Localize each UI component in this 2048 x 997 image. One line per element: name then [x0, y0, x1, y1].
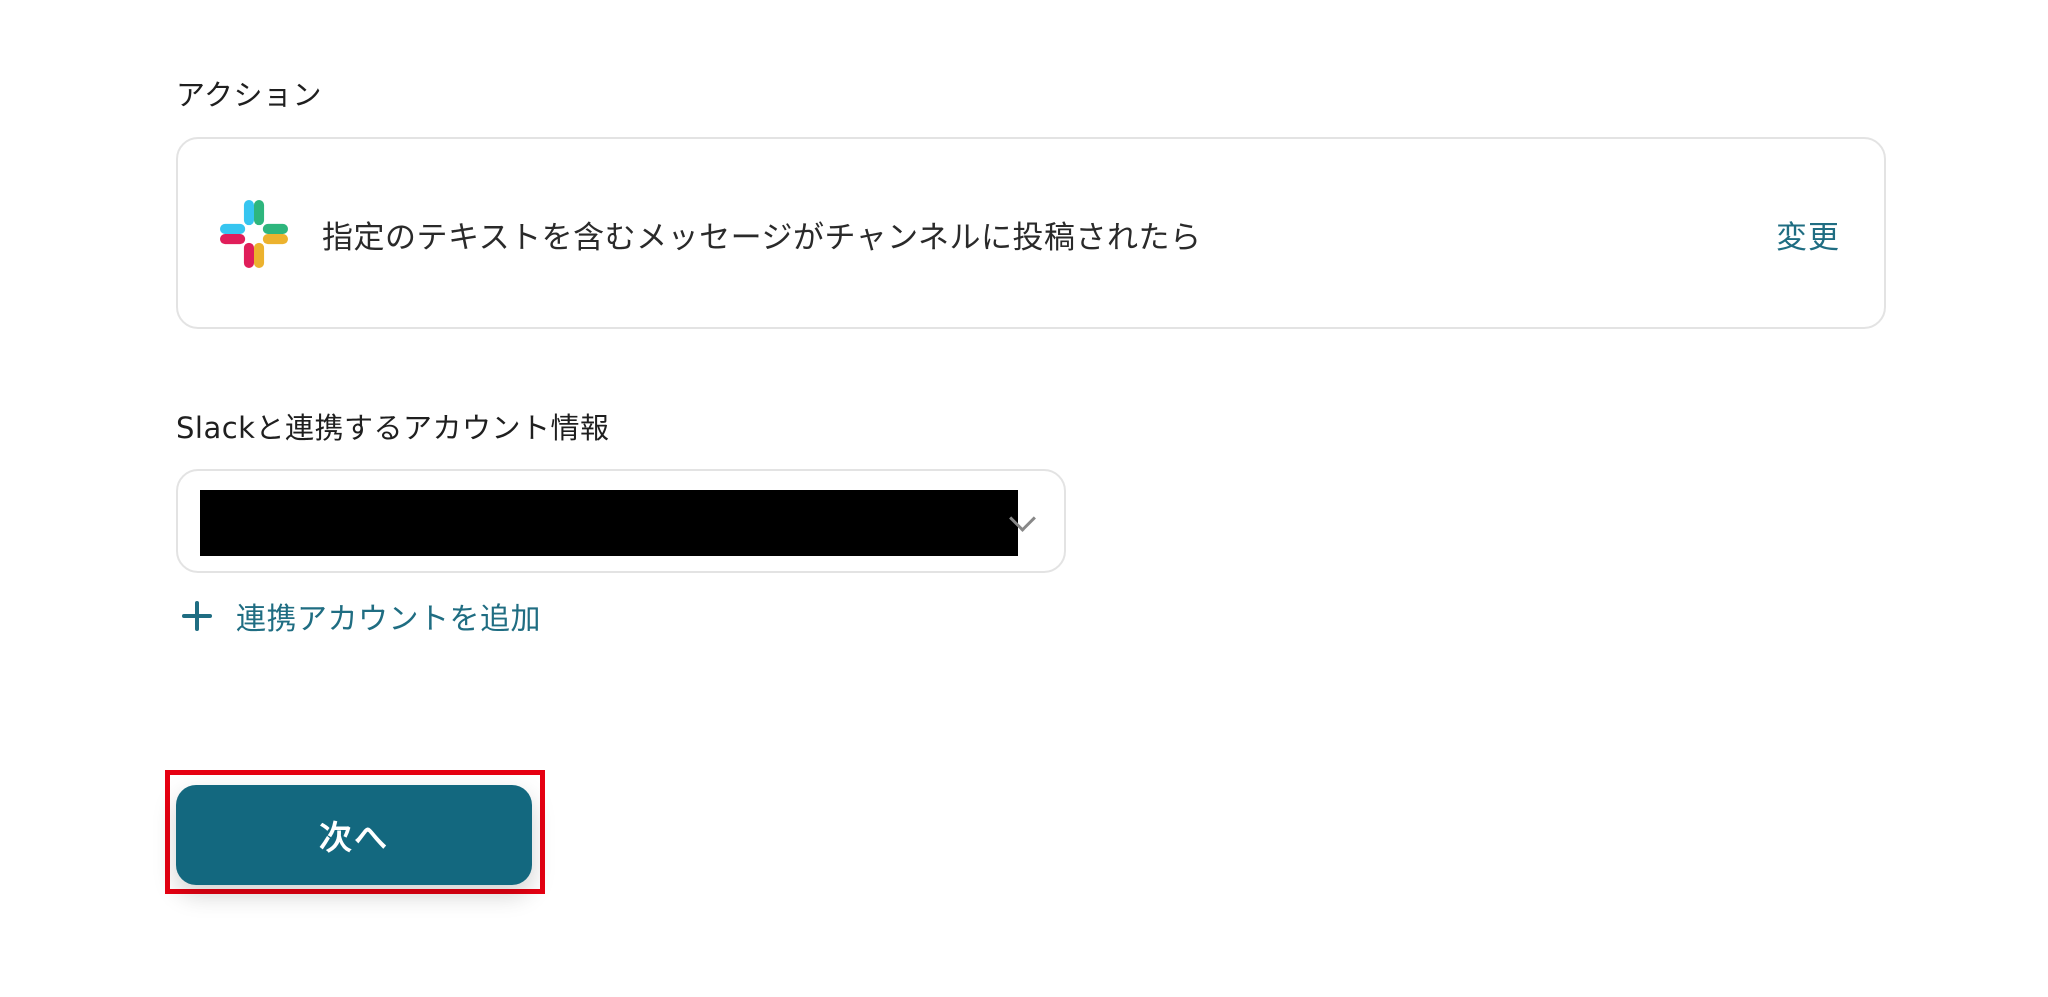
change-action-link[interactable]: 変更 — [1776, 212, 1840, 257]
slack-logo-icon — [220, 200, 288, 268]
account-select[interactable] — [176, 469, 1066, 573]
account-section-label: Slackと連携するアカウント情報 — [176, 411, 610, 445]
action-description: 指定のテキストを含むメッセージがチャンネルに投稿されたら — [322, 220, 1202, 256]
redacted-account-value — [200, 490, 1018, 556]
next-button[interactable]: 次へ — [176, 785, 532, 885]
plus-icon — [182, 601, 212, 631]
add-account-label: 連携アカウントを追加 — [236, 602, 541, 637]
add-account-link[interactable]: 連携アカウントを追加 — [182, 596, 541, 637]
page: アクション 指定のテキストを含むメッセージがチャンネルに投稿されたら 変更 Sl… — [0, 0, 2048, 997]
action-section-label: アクション — [176, 78, 323, 112]
